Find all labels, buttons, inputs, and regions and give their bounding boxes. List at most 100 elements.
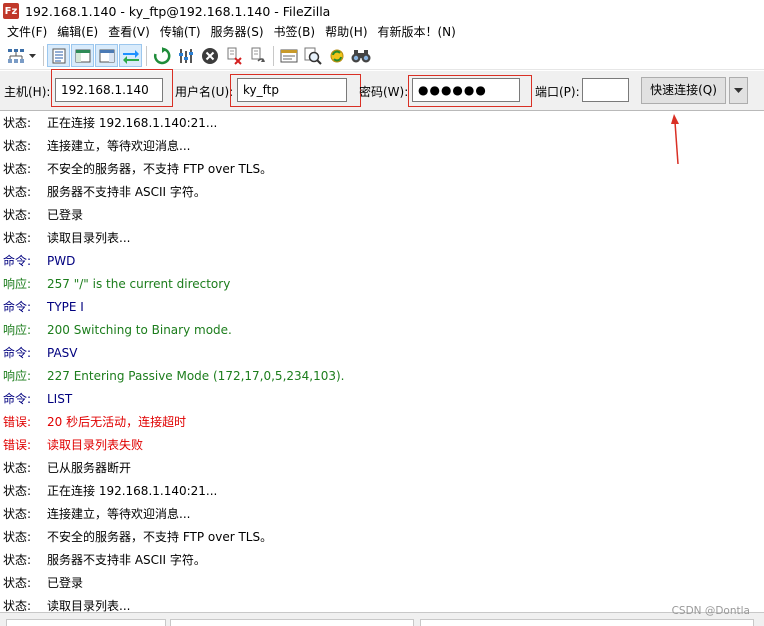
log-type: 状态: bbox=[3, 599, 32, 612]
cancel-icon bbox=[201, 47, 218, 64]
title-bar: Fz 192.168.1.140 - ky_ftp@192.168.1.140 … bbox=[0, 0, 764, 22]
log-row: 状态: 已登录 bbox=[0, 204, 764, 227]
menu-bookmarks[interactable]: 书签(B) bbox=[269, 22, 321, 42]
bottom-panel-strip bbox=[0, 612, 764, 626]
process-queue-button[interactable] bbox=[174, 44, 197, 67]
password-label: 密码(W): bbox=[359, 85, 409, 99]
log-message: 正在连接 192.168.1.140:21... bbox=[47, 484, 218, 498]
toggle-remote-tree-button[interactable] bbox=[95, 44, 118, 67]
quickconnect-bar: 主机(H): 用户名(U): 密码(W): 端口(P): 快速连接(Q) bbox=[0, 69, 764, 111]
log-type: 命令: bbox=[3, 346, 32, 360]
search-remote-files-button[interactable] bbox=[301, 44, 324, 67]
log-type: 响应: bbox=[3, 369, 32, 383]
log-type: 状态: bbox=[3, 162, 32, 176]
log-message: 257 "/" is the current directory bbox=[47, 277, 231, 291]
menu-new-version[interactable]: 有新版本！(N) bbox=[373, 22, 461, 42]
menu-bar: 文件(F) 编辑(E) 查看(V) 传输(T) 服务器(S) 书签(B) 帮助(… bbox=[0, 22, 764, 42]
toggle-transfer-queue-button[interactable] bbox=[119, 44, 142, 67]
log-message: 已从服务器断开 bbox=[47, 461, 132, 475]
cancel-operation-button[interactable] bbox=[198, 44, 221, 67]
host-input[interactable] bbox=[55, 78, 163, 102]
log-message: 读取目录列表... bbox=[47, 231, 131, 245]
toolbar bbox=[0, 42, 764, 70]
log-row: 状态: 正在连接 192.168.1.140:21... bbox=[0, 480, 764, 503]
local-tree-icon bbox=[75, 49, 90, 62]
process-queue-icon bbox=[178, 48, 193, 63]
log-row: 状态: 服务器不支持非 ASCII 字符。 bbox=[0, 181, 764, 204]
menu-view[interactable]: 查看(V) bbox=[103, 22, 155, 42]
site-manager-icon bbox=[7, 48, 24, 63]
password-input[interactable] bbox=[412, 78, 520, 102]
log-row: 错误: 读取目录列表失败 bbox=[0, 434, 764, 457]
username-label: 用户名(U): bbox=[175, 85, 234, 99]
log-type: 状态: bbox=[3, 484, 32, 498]
log-message: 读取目录列表... bbox=[47, 599, 131, 612]
log-row: 响应: 200 Switching to Binary mode. bbox=[0, 319, 764, 342]
quickconnect-history-button[interactable] bbox=[729, 77, 748, 104]
log-message: 正在连接 192.168.1.140:21... bbox=[47, 116, 218, 130]
local-files-panel[interactable] bbox=[170, 619, 414, 626]
log-row: 状态: 连接建立，等待欢迎消息... bbox=[0, 503, 764, 526]
disconnect-icon bbox=[227, 47, 242, 65]
directory-listing-filter-icon bbox=[280, 49, 297, 62]
menu-file[interactable]: 文件(F) bbox=[2, 22, 52, 42]
local-site-panel[interactable] bbox=[6, 619, 166, 626]
log-type: 命令: bbox=[3, 254, 32, 268]
log-type: 状态: bbox=[3, 530, 32, 544]
site-manager-dropdown[interactable] bbox=[28, 44, 36, 67]
sync-browse-icon bbox=[330, 49, 343, 62]
log-row: 状态: 已登录 bbox=[0, 572, 764, 595]
quickconnect-button[interactable]: 快速连接(Q) bbox=[641, 77, 726, 104]
reconnect-icon bbox=[251, 47, 265, 62]
menu-transfer[interactable]: 传输(T) bbox=[155, 22, 206, 42]
host-label: 主机(H): bbox=[4, 85, 51, 99]
message-log[interactable]: 状态: 正在连接 192.168.1.140:21... 状态: 连接建立，等待欢迎… bbox=[0, 112, 764, 612]
log-type: 响应: bbox=[3, 277, 32, 291]
log-type: 状态: bbox=[3, 553, 32, 567]
log-row: 状态: 不安全的服务器，不支持 FTP over TLS。 bbox=[0, 158, 764, 181]
toggle-local-tree-button[interactable] bbox=[71, 44, 94, 67]
site-manager-button[interactable] bbox=[4, 44, 27, 67]
directory-filter-button[interactable] bbox=[277, 44, 300, 67]
log-row: 响应: 257 "/" is the current directory bbox=[0, 273, 764, 296]
username-input[interactable] bbox=[237, 78, 347, 102]
log-message: 服务器不支持非 ASCII 字符。 bbox=[47, 553, 206, 567]
chevron-down-icon bbox=[28, 53, 36, 58]
menu-server[interactable]: 服务器(S) bbox=[206, 22, 269, 42]
log-type: 状态: bbox=[3, 576, 32, 590]
log-type: 状态: bbox=[3, 116, 32, 130]
log-message: 读取目录列表失败 bbox=[47, 438, 144, 452]
log-row: 命令: LIST bbox=[0, 388, 764, 411]
remote-site-panel[interactable] bbox=[420, 619, 754, 626]
log-type: 响应: bbox=[3, 323, 32, 337]
toggle-message-log-button[interactable] bbox=[47, 44, 70, 67]
log-row: 状态: 不安全的服务器，不支持 FTP over TLS。 bbox=[0, 526, 764, 549]
log-row: 状态: 正在连接 192.168.1.140:21... bbox=[0, 112, 764, 135]
log-type: 状态: bbox=[3, 231, 32, 245]
log-message: 200 Switching to Binary mode. bbox=[47, 323, 232, 337]
search-remote-icon bbox=[304, 47, 322, 65]
filezilla-app-icon: Fz bbox=[3, 3, 19, 19]
synchronized-browsing-button[interactable] bbox=[325, 44, 348, 67]
watermark: CSDN @Dontla bbox=[671, 605, 750, 617]
log-message: TYPE I bbox=[47, 300, 84, 314]
find-files-button[interactable] bbox=[349, 44, 372, 67]
toolbar-separator bbox=[146, 45, 147, 66]
reconnect-button[interactable] bbox=[246, 44, 269, 67]
menu-edit[interactable]: 编辑(E) bbox=[52, 22, 103, 42]
log-message: 已登录 bbox=[47, 208, 84, 222]
disconnect-button[interactable] bbox=[222, 44, 245, 67]
port-input[interactable] bbox=[582, 78, 629, 102]
remote-tree-icon bbox=[99, 49, 114, 62]
log-row: 命令: TYPE I bbox=[0, 296, 764, 319]
toolbar-separator bbox=[273, 45, 274, 66]
log-type: 状态: bbox=[3, 507, 32, 521]
log-message: 连接建立，等待欢迎消息... bbox=[47, 507, 191, 521]
log-type: 状态: bbox=[3, 139, 32, 153]
refresh-button[interactable] bbox=[150, 44, 173, 67]
log-row: 错误: 20 秒后无活动，连接超时 bbox=[0, 411, 764, 434]
log-type: 命令: bbox=[3, 392, 32, 406]
menu-help[interactable]: 帮助(H) bbox=[320, 22, 372, 42]
port-label: 端口(P): bbox=[535, 85, 580, 99]
log-message: 不安全的服务器，不支持 FTP over TLS。 bbox=[47, 530, 273, 544]
